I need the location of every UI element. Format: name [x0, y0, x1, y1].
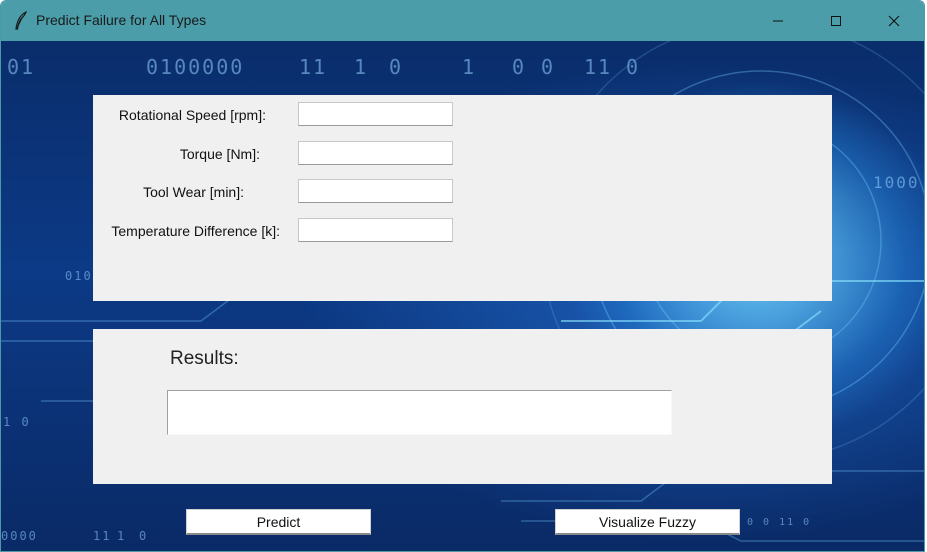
bg-digits: 1 [462, 55, 477, 79]
bg-digits: 1000 [873, 173, 920, 192]
maximize-icon [831, 16, 841, 26]
torque-label: Torque [Nm]: [179, 146, 260, 162]
temperature-difference-label: Temperature Difference [k]: [111, 223, 280, 239]
bg-digits: 1 [354, 55, 369, 79]
bg-digits: 11 [93, 529, 112, 543]
temperature-difference-input[interactable] [298, 218, 453, 242]
tool-wear-label: Tool Wear [min]: [143, 184, 244, 200]
bg-digits: 0 [389, 55, 404, 79]
minimize-icon [773, 20, 783, 22]
close-icon [888, 15, 900, 27]
bg-digits: 0 [541, 55, 556, 79]
bg-digits: 0 0 11 0 [747, 517, 812, 528]
results-label: Results: [170, 348, 239, 369]
visualize-fuzzy-button[interactable]: Visualize Fuzzy [555, 509, 740, 535]
rotational-speed-input[interactable] [298, 102, 453, 126]
bg-digits: 1 0 [3, 415, 31, 429]
window-title: Predict Failure for All Types [36, 12, 207, 28]
bg-digits: 0000 [1, 529, 38, 543]
bg-digits: 1 [117, 529, 127, 543]
bg-digits: 11 [584, 55, 613, 79]
bg-digits: 11 [299, 55, 328, 79]
app-window: Predict Failure for All Types 01 0100000… [0, 0, 925, 552]
rotational-speed-label: Rotational Speed [rpm]: [118, 107, 266, 123]
close-button[interactable] [865, 1, 923, 41]
minimize-button[interactable] [749, 1, 807, 41]
results-output[interactable] [167, 390, 672, 435]
maximize-button[interactable] [807, 1, 865, 41]
torque-input[interactable] [298, 141, 453, 165]
bg-digits: 0100000 [146, 55, 245, 79]
feather-icon [13, 10, 29, 31]
bg-digits: 0 [626, 55, 641, 79]
tool-wear-input[interactable] [298, 179, 453, 203]
predict-button[interactable]: Predict [186, 509, 371, 535]
bg-digits: 010 [65, 269, 93, 283]
bg-digits: 0 [512, 55, 527, 79]
title-bar[interactable]: Predict Failure for All Types [1, 1, 924, 41]
bg-digits: 0 [139, 529, 149, 543]
bg-digits: 01 [7, 55, 36, 79]
